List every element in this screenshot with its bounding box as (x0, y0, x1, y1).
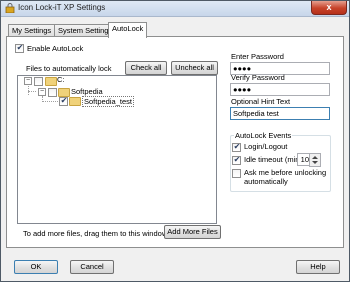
idle-timeout-spinner[interactable] (309, 153, 321, 167)
enable-autolock-checkbox[interactable]: ✔ (15, 43, 24, 53)
ask-before-unlock-label: Ask me before unlocking automatically (244, 168, 327, 186)
hint-text-field[interactable]: Softpedia test (230, 107, 330, 120)
checkmark-icon: ✔ (233, 142, 241, 151)
tree-checkbox-softpedia-test[interactable]: ✔ (59, 96, 68, 106)
tree-item-label[interactable]: C: (57, 75, 65, 84)
login-logout-checkbox[interactable]: ✔ (232, 142, 241, 152)
idle-timeout-checkbox[interactable]: ✔ (232, 155, 241, 165)
tree-connector (28, 91, 36, 92)
cancel-button[interactable]: Cancel (70, 260, 114, 274)
tab-autolock[interactable]: AutoLock (108, 22, 148, 38)
spinner-arrows-icon (312, 156, 318, 164)
drag-hint-text: To add more files, drag them to this win… (23, 229, 169, 238)
verify-password-field[interactable]: ●●●● (230, 83, 330, 96)
files-to-lock-label: Files to automatically lock (26, 64, 112, 73)
uncheck-all-button[interactable]: Uncheck all (171, 61, 218, 75)
ok-button[interactable]: OK (14, 260, 58, 274)
folder-icon (69, 97, 81, 106)
idle-timeout-label: Idle timeout (min): (244, 155, 305, 164)
expand-toggle-softpedia[interactable]: − (38, 88, 46, 96)
autolock-events-label: AutoLock Events (234, 131, 293, 140)
ask-before-unlock-checkbox[interactable] (232, 169, 241, 178)
verify-password-label: Verify Password (231, 73, 285, 82)
hint-text-label: Optional Hint Text (231, 97, 291, 106)
close-icon: x (326, 2, 332, 12)
enter-password-label: Enter Password (231, 52, 284, 61)
tree-checkbox-softpedia[interactable] (48, 88, 57, 97)
tree-item-label[interactable]: Softpedia (71, 87, 103, 96)
enable-autolock-label: Enable AutoLock (27, 44, 84, 53)
app-lock-icon (5, 3, 15, 13)
checkmark-icon: ✔ (16, 43, 24, 52)
check-all-button[interactable]: Check all (125, 61, 167, 75)
add-more-files-button[interactable]: Add More Files (164, 225, 221, 239)
tree-checkbox-c[interactable] (34, 77, 43, 86)
checkmark-icon: ✔ (60, 96, 68, 105)
settings-window: Icon Lock-iT XP Settings x My Settings S… (0, 0, 350, 282)
tree-item-label[interactable]: Softpedia_test (82, 96, 134, 107)
folder-icon (45, 77, 57, 86)
checkmark-icon: ✔ (233, 155, 241, 164)
tree-connector (42, 101, 58, 102)
close-button[interactable]: x (311, 1, 347, 15)
title-bar: Icon Lock-iT XP Settings x (1, 1, 349, 17)
help-button[interactable]: Help (296, 260, 340, 274)
window-title: Icon Lock-iT XP Settings (18, 3, 106, 12)
login-logout-label: Login/Logout (244, 142, 288, 151)
expand-toggle-c[interactable]: − (24, 77, 32, 85)
